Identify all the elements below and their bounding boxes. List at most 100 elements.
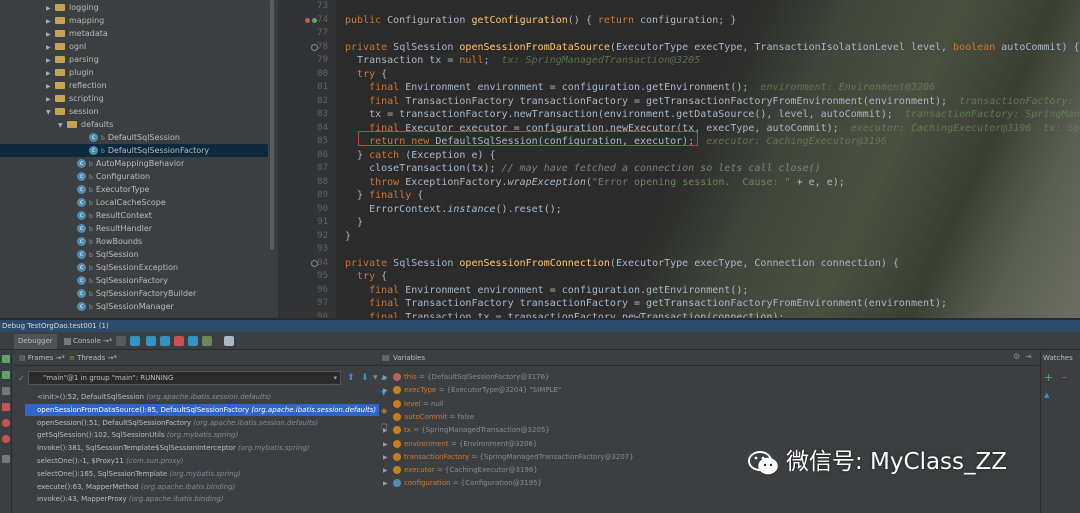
tree-item[interactable]: c b ResultContext [0, 209, 270, 222]
code-line[interactable]: } [345, 230, 351, 244]
code-line[interactable]: final TransactionFactory transactionFact… [345, 297, 947, 311]
settings-icon[interactable]: ⚙ [1013, 352, 1020, 361]
tree-item[interactable]: ▶ scripting [0, 92, 270, 105]
tree-item[interactable]: ▼ defaults [0, 118, 270, 131]
code-line[interactable]: tx = transactionFactory.newTransaction(e… [345, 108, 1080, 122]
tree-item[interactable]: c b ResultHandler [0, 222, 270, 235]
expand-icon[interactable]: ▶ [383, 371, 393, 384]
expand-icon[interactable]: ▶ [383, 451, 393, 464]
expand-icon[interactable]: ▶ [383, 438, 393, 451]
mute-breakpoints-icon[interactable] [2, 435, 10, 443]
restore-layout-icon[interactable] [116, 336, 126, 346]
override-marker-icon[interactable] [305, 17, 310, 23]
stack-frame[interactable]: invoke():381, SqlSessionTemplate$SqlSess… [25, 442, 385, 455]
tree-scrollbar-thumb[interactable] [270, 0, 274, 250]
variable-row[interactable]: ▶ execType = {ExecutorType@3204} "SIMPLE" [383, 384, 561, 397]
tree-item[interactable]: c b Configuration [0, 170, 270, 183]
code-line[interactable]: final Environment environment = configur… [345, 81, 935, 95]
code-line[interactable]: } [345, 216, 363, 230]
evaluate-icon[interactable] [224, 336, 234, 346]
tab-console[interactable]: Console →* [60, 334, 116, 349]
tree-item[interactable]: c b ExecutorType [0, 183, 270, 196]
tree-item[interactable]: c b SqlSessionException [0, 261, 270, 274]
remove-watch-icon[interactable]: − [1061, 373, 1068, 382]
thread-selector[interactable]: "main"@1 in group "main": RUNNING ▾ [28, 371, 341, 385]
tree-item[interactable]: c b DefaultSqlSessionFactory [0, 144, 270, 157]
tree-item[interactable]: ▶ reflection [0, 79, 270, 92]
variable-row[interactable]: level = null [383, 398, 444, 411]
view-breakpoints-icon[interactable] [2, 419, 10, 427]
tree-item[interactable]: ▶ mapping [0, 14, 270, 27]
tree-item[interactable]: c b RowBounds [0, 235, 270, 248]
variable-row[interactable]: ▶ tx = {SpringManagedTransaction@3205} [383, 424, 550, 437]
tree-item[interactable]: c b DefaultSqlSession [0, 131, 270, 144]
tree-item[interactable]: ▶ plugin [0, 66, 270, 79]
line-gutter[interactable]: 73 74 77 78 79 80 81 82 83 84 85 86 87 88 89 90 91 92 93 94… [278, 0, 336, 318]
tree-item[interactable]: ▼ session [0, 105, 270, 118]
tree-item[interactable]: c b AutoMappingBehavior [0, 157, 270, 170]
stack-frame[interactable]: execute():63, MapperMethod (org.apache.i… [25, 481, 385, 494]
tab-threads[interactable]: ≡ Threads →* [65, 351, 121, 366]
run-to-cursor-icon[interactable] [202, 336, 212, 346]
tree-item[interactable]: c b SqlSessionFactory [0, 274, 270, 287]
settings-icon[interactable] [2, 455, 10, 463]
code-line[interactable]: ErrorContext.instance().reset(); [345, 203, 562, 217]
code-line[interactable]: public Configuration getConfiguration() … [345, 14, 736, 28]
stack-frame[interactable]: <init>():52, DefaultSqlSession (org.apac… [25, 391, 385, 404]
tab-frames[interactable]: ▤ Frames →* [15, 351, 69, 366]
code-line[interactable]: Transaction tx = null; tx: SpringManaged… [345, 54, 700, 68]
expand-icon[interactable]: ▶ [383, 464, 393, 477]
pause-icon[interactable] [2, 387, 10, 395]
code-line[interactable]: try { [345, 68, 387, 82]
annotation-marker-icon[interactable] [311, 43, 318, 51]
stack-frame[interactable]: openSessionFromDataSource():85, DefaultS… [25, 403, 385, 417]
code-line[interactable]: closeTransaction(tx); // may have fetche… [345, 162, 821, 176]
hide-icon[interactable]: ⇥ [1025, 352, 1032, 361]
step-into-icon[interactable] [160, 336, 170, 346]
force-step-into-icon[interactable] [174, 336, 184, 346]
stack-frame[interactable]: selectOne():165, SqlSessionTemplate (org… [25, 468, 385, 481]
code-line[interactable]: } catch (Exception e) { [345, 149, 496, 163]
tree-item[interactable]: c b SqlSessionManager [0, 300, 270, 313]
code-line[interactable]: private SqlSession openSessionFromConnec… [345, 257, 899, 271]
code-line[interactable]: } finally { [345, 189, 423, 203]
add-watch-icon[interactable]: + [1044, 371, 1053, 384]
rerun-icon[interactable] [2, 355, 10, 363]
stop-icon[interactable] [2, 403, 10, 411]
tree-item[interactable]: ▶ logging [0, 1, 270, 14]
variable-row[interactable]: ▶ environment = {Environment@3206} [383, 438, 537, 451]
show-execution-point-icon[interactable] [130, 336, 140, 346]
stack-frame[interactable]: getSqlSession():102, SqlSessionUtils (or… [25, 429, 385, 442]
code-line[interactable]: final Environment environment = configur… [345, 284, 748, 298]
step-over-icon[interactable] [146, 336, 156, 346]
tree-item[interactable]: ▶ parsing [0, 53, 270, 66]
tree-item[interactable]: c b SqlSessionFactoryBuilder [0, 287, 270, 300]
variable-row[interactable]: ▶ executor = {CachingExecutor@3196} [383, 464, 538, 477]
code-editor[interactable]: 73 74 77 78 79 80 81 82 83 84 85 86 87 88 89 90 91 92 93 94… [278, 0, 1080, 318]
resume-icon[interactable] [2, 371, 10, 379]
code-line[interactable]: final Transaction tx = transactionFactor… [345, 311, 784, 319]
tab-debugger[interactable]: Debugger [14, 334, 57, 349]
tree-scrollbar[interactable] [268, 0, 276, 318]
expand-icon[interactable]: ▶ [383, 477, 393, 490]
code-line[interactable]: private SqlSession openSessionFromDataSo… [345, 41, 1080, 55]
stack-frame[interactable]: invoke():43, MapperProxy (org.apache.iba… [25, 493, 385, 506]
tree-item[interactable]: c b LocalCacheScope [0, 196, 270, 209]
variable-row[interactable]: autoCommit = false [383, 411, 474, 424]
code-line[interactable]: try { [345, 270, 387, 284]
down-arrow-icon[interactable]: ⬇ [361, 373, 369, 383]
tree-item[interactable]: c b SqlSession [0, 248, 270, 261]
variable-row[interactable]: ▶ configuration = {Configuration@3195} [383, 477, 542, 490]
expand-icon[interactable]: ▶ [383, 384, 393, 397]
implements-marker-icon[interactable] [312, 17, 317, 23]
up-arrow-icon[interactable]: ⬆ [347, 373, 355, 383]
up-icon[interactable]: ▲ [1044, 391, 1049, 399]
step-out-icon[interactable] [188, 336, 198, 346]
variable-row[interactable]: ▶ this = {DefaultSqlSessionFactory@3176} [383, 371, 550, 384]
tree-item[interactable]: ▶ ognl [0, 40, 270, 53]
filter-icon[interactable]: ▾ [373, 373, 378, 383]
stack-frame[interactable]: openSession():51, DefaultSqlSessionFacto… [25, 417, 385, 430]
annotation-marker-icon[interactable] [311, 259, 318, 267]
tree-item[interactable]: ▶ metadata [0, 27, 270, 40]
stack-frame[interactable]: selectOne():-1, $Proxy11 (com.sun.proxy) [25, 455, 385, 468]
